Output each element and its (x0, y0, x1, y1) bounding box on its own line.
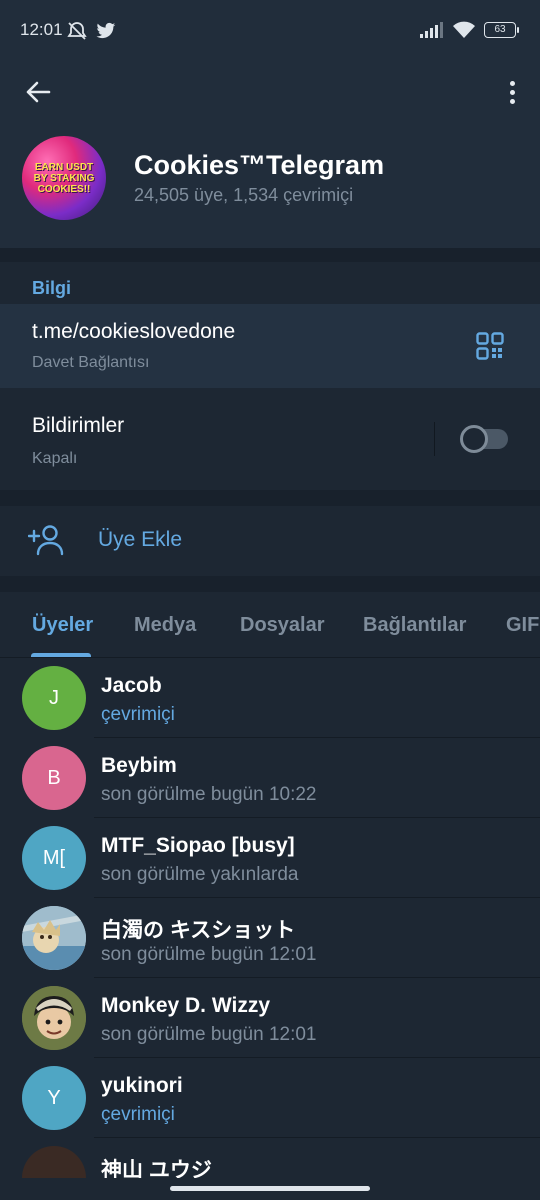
member-name: Jacob (101, 674, 162, 697)
member-name: 白濁の キスショット (101, 919, 296, 942)
avatar: J (22, 666, 86, 730)
section-divider (0, 490, 540, 506)
channel-avatar[interactable]: EARN USDT BY STAKING COOKIES!! (22, 136, 106, 220)
avatar-photo (22, 906, 86, 970)
invite-link-caption: Davet Bağlantısı (32, 354, 150, 371)
shared-media-tabs: Üyeler Medya Dosyalar Bağlantılar GIF (0, 592, 540, 658)
more-options-button[interactable] (504, 76, 520, 108)
member-name: Beybim (101, 754, 177, 777)
wifi-icon (453, 21, 475, 38)
toggle-knob (460, 425, 488, 453)
add-user-icon (28, 525, 64, 556)
invite-link: t.me/cookieslovedone (32, 320, 236, 343)
notifications-state: Kapalı (32, 450, 78, 467)
list-item[interactable]: Y yukinori çevrimiçi (0, 1058, 540, 1138)
invite-link-row[interactable]: t.me/cookieslovedone Davet Bağlantısı (0, 304, 540, 388)
channel-subtitle: 24,505 üye, 1,534 çevrimiçi (134, 185, 354, 205)
add-member-label: Üye Ekle (98, 528, 183, 551)
tab-members[interactable]: Üyeler (32, 614, 93, 637)
divider (434, 422, 435, 456)
list-item[interactable]: 神山 ユウジ (0, 1138, 540, 1178)
list-item[interactable]: J Jacob çevrimiçi (0, 658, 540, 738)
qr-code-icon[interactable] (476, 332, 504, 360)
info-section-label: Bilgi (32, 278, 71, 298)
profile-header: EARN USDT BY STAKING COOKIES!! Cookies™T… (0, 64, 540, 248)
home-indicator[interactable] (170, 1186, 370, 1191)
avatar (22, 986, 86, 1050)
list-item[interactable]: M[ MTF_Siopao [busy] son görülme yakınla… (0, 818, 540, 898)
list-item[interactable]: Monkey D. Wizzy son görülme bugün 12:01 (0, 978, 540, 1058)
back-button[interactable] (22, 76, 54, 108)
member-status: son görülme bugün 12:01 (101, 1024, 317, 1045)
member-name: yukinori (101, 1074, 183, 1097)
avatar (22, 1146, 86, 1178)
member-status: son görülme bugün 10:22 (101, 784, 317, 805)
add-member-button[interactable]: Üye Ekle (0, 506, 540, 576)
section-divider (0, 576, 540, 592)
signal-icon (420, 22, 443, 38)
status-bar: 12:01 63 (0, 0, 540, 64)
more-dot-icon (509, 80, 515, 86)
tab-gif[interactable]: GIF (506, 614, 539, 637)
avatar-photo (22, 986, 86, 1050)
tab-links[interactable]: Bağlantılar (363, 614, 466, 637)
navigation-bar (0, 1178, 540, 1200)
muted-alarm-icon (67, 22, 87, 40)
avatar: Y (22, 1066, 86, 1130)
battery-icon: 63 (484, 22, 519, 38)
notifications-toggle[interactable] (460, 425, 508, 453)
member-status: çevrimiçi (101, 704, 175, 725)
channel-title: Cookies™Telegram (134, 150, 385, 180)
section-divider (0, 248, 540, 262)
avatar (22, 906, 86, 970)
info-section: Bilgi t.me/cookieslovedone Davet Bağlant… (0, 262, 540, 490)
list-item[interactable]: B Beybim son görülme bugün 10:22 (0, 738, 540, 818)
member-status: çevrimiçi (101, 1104, 175, 1125)
member-name: 神山 ユウジ (101, 1159, 212, 1178)
member-status: son görülme yakınlarda (101, 864, 299, 885)
notifications-row[interactable]: Bildirimler Kapalı (0, 392, 540, 490)
member-name: Monkey D. Wizzy (101, 994, 271, 1017)
member-name: MTF_Siopao [busy] (101, 834, 295, 857)
tab-media[interactable]: Medya (134, 614, 196, 637)
avatar: M[ (22, 826, 86, 890)
back-arrow-icon (26, 81, 51, 103)
list-item[interactable]: 白濁の キスショット son görülme bugün 12:01 (0, 898, 540, 978)
avatar: B (22, 746, 86, 810)
channel-avatar-text: EARN USDT BY STAKING COOKIES!! (33, 161, 95, 195)
more-dot-icon (509, 98, 515, 104)
more-dot-icon (509, 89, 515, 95)
member-list: J Jacob çevrimiçi B Beybim son görülme b… (0, 658, 540, 1178)
active-tab-indicator (31, 653, 91, 657)
status-time: 12:01 (20, 20, 63, 39)
member-status: son görülme bugün 12:01 (101, 944, 317, 965)
tab-files[interactable]: Dosyalar (240, 614, 325, 637)
notifications-label: Bildirimler (32, 414, 125, 437)
twitter-icon (96, 22, 116, 39)
